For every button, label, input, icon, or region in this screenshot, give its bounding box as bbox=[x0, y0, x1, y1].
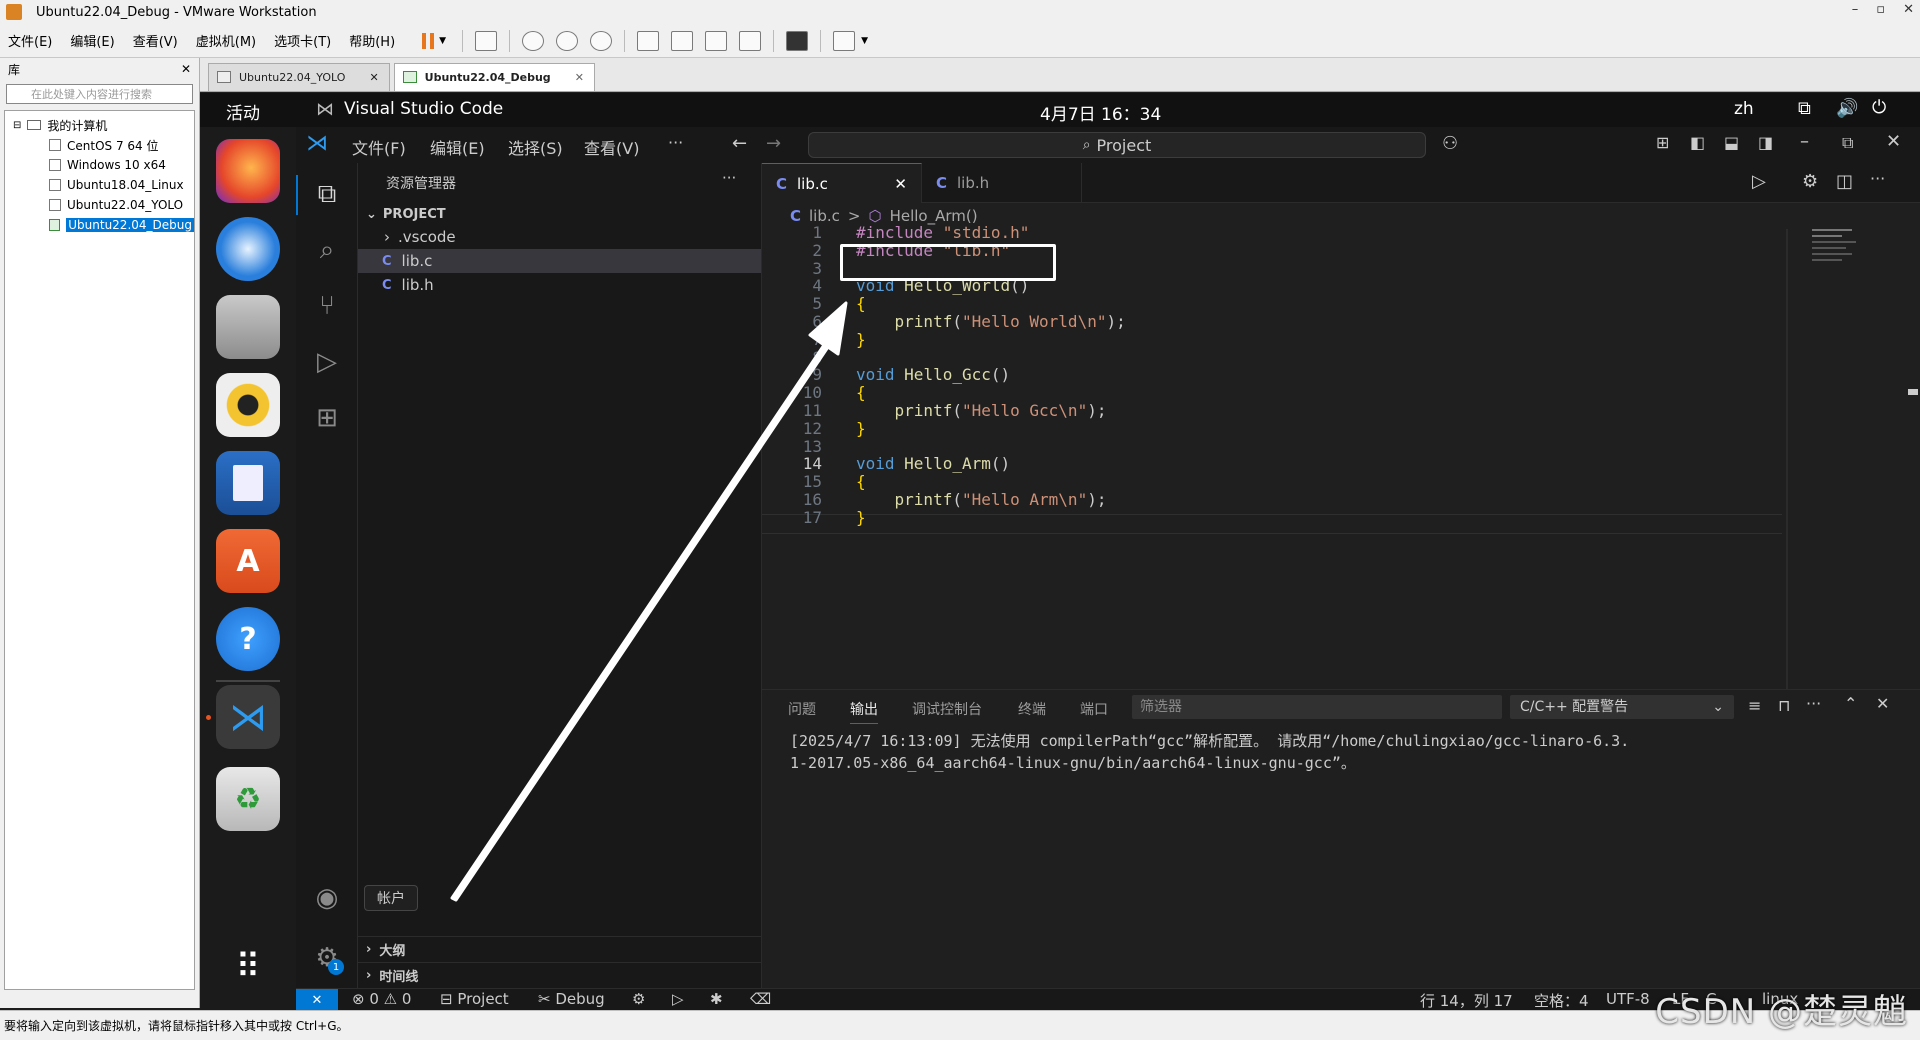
panel-filter-input[interactable]: 筛选器 bbox=[1132, 695, 1502, 719]
panel-tab-debug-console[interactable]: 调试控制台 bbox=[912, 699, 982, 719]
maximize-panel-icon[interactable]: ⌃ bbox=[1844, 694, 1857, 713]
problems-status[interactable]: ⊗ 0 ⚠ 0 bbox=[352, 990, 411, 1008]
panel-tab-ports[interactable]: 端口 bbox=[1080, 699, 1108, 719]
vmware-status-text: 要将输入定向到该虚拟机，请将鼠标指针移入其中或按 Ctrl+G。 bbox=[4, 1019, 349, 1033]
remote-indicator[interactable]: ✕ bbox=[296, 989, 338, 1011]
output-line: [2025/4/7 16:13:09] 无法使用 compilerPath“gc… bbox=[790, 732, 1630, 750]
build-settings-icon[interactable]: ⚙ bbox=[632, 990, 645, 1008]
cmake-project[interactable]: ⊟ Project bbox=[440, 990, 509, 1008]
chevron-down-icon: ⌄ bbox=[1712, 699, 1724, 715]
run-icon[interactable]: ▷ bbox=[672, 990, 684, 1008]
panel-tab-terminal[interactable]: 终端 bbox=[1018, 699, 1046, 719]
output-channel-select[interactable]: C/C++ 配置警告 ⌄ bbox=[1510, 695, 1734, 719]
build-icon: ✂ bbox=[538, 990, 551, 1008]
output-line: 1-2017.05-x86_64_aarch64-linux-gnu/bin/a… bbox=[790, 754, 1356, 772]
close-panel-icon[interactable]: ✕ bbox=[1876, 694, 1889, 713]
bottom-panel: 问题 输出 调试控制台 终端 端口 筛选器 C/C++ 配置警告 ⌄ ≡ ⊓ ·… bbox=[762, 689, 1920, 988]
cursor-position[interactable]: 行 14，列 17 bbox=[1420, 990, 1513, 1011]
debug-bug-icon[interactable]: ✱ bbox=[710, 990, 723, 1008]
lock-scroll-icon[interactable]: ⊓ bbox=[1778, 696, 1790, 715]
panel-tab-output[interactable]: 输出 bbox=[850, 699, 878, 724]
delete-icon[interactable]: ⌫ bbox=[750, 990, 771, 1008]
error-count: 0 bbox=[369, 990, 379, 1008]
indentation[interactable]: 空格：4 bbox=[1534, 990, 1589, 1011]
vmware-status-bar: 要将输入定向到该虚拟机，请将鼠标指针移入其中或按 Ctrl+G。 bbox=[0, 1010, 1920, 1040]
build-type[interactable]: ✂ Debug bbox=[538, 990, 605, 1008]
watermark: CSDN @楚灵魈 bbox=[1655, 992, 1908, 1032]
clear-output-icon[interactable]: ≡ bbox=[1748, 696, 1761, 715]
output-text: [2025/4/7 16:13:09] 无法使用 compilerPath“gc… bbox=[790, 730, 1629, 774]
project-icon: ⊟ bbox=[440, 990, 453, 1008]
panel-tab-bar: 问题 输出 调试控制台 终端 端口 筛选器 C/C++ 配置警告 ⌄ ≡ ⊓ ·… bbox=[762, 690, 1920, 724]
panel-tab-problems[interactable]: 问题 bbox=[788, 699, 816, 719]
warning-count: 0 bbox=[401, 990, 412, 1008]
panel-more-icon[interactable]: ··· bbox=[1806, 694, 1821, 713]
encoding[interactable]: UTF-8 bbox=[1606, 990, 1650, 1008]
